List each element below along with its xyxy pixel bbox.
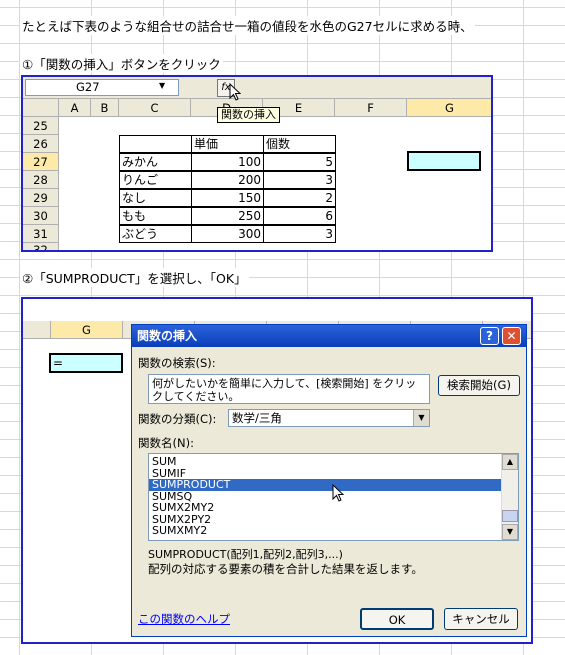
- name-box-dropdown-icon[interactable]: ▼: [159, 81, 165, 90]
- step1-label: ①「関数の挿入」ボタンをクリック: [20, 54, 223, 73]
- list-item[interactable]: SUM: [149, 456, 501, 468]
- table-cell-qty[interactable]: 2: [263, 189, 336, 207]
- row-header-25[interactable]: 25: [23, 117, 59, 135]
- sheet2-panel: G H I J K L M = 関数の挿入 ? ✕ 関数の検索(S): 何がした…: [21, 297, 533, 644]
- table-cell-name[interactable]: みかん: [119, 153, 192, 171]
- table-cell-price[interactable]: 200: [191, 171, 264, 189]
- category-label: 関数の分類(C):: [138, 412, 217, 426]
- table-cell-name[interactable]: もも: [119, 207, 192, 225]
- category-value: 数学/三角: [232, 411, 282, 425]
- function-list-label: 関数名(N):: [138, 436, 194, 450]
- table-header-blank[interactable]: [119, 135, 192, 153]
- ok-button[interactable]: OK: [360, 608, 434, 630]
- help-icon[interactable]: ?: [480, 327, 499, 345]
- table-header-qty[interactable]: 個数: [263, 135, 336, 153]
- col-header-g[interactable]: G: [407, 99, 491, 117]
- dialog-title: 関数の挿入: [132, 325, 526, 347]
- row-header-27[interactable]: 27: [23, 153, 59, 171]
- row-header-29[interactable]: 29: [23, 189, 59, 207]
- row-header-26[interactable]: 26: [23, 135, 59, 153]
- close-icon[interactable]: ✕: [502, 327, 521, 345]
- col-header-c[interactable]: C: [119, 99, 191, 117]
- row-header-30[interactable]: 30: [23, 207, 59, 225]
- function-help-link[interactable]: この関数のヘルプ: [138, 611, 230, 627]
- sheet1-panel: G27 ▼ fx 関数の挿入 A B C D E F G 25 26 27 28…: [21, 75, 493, 252]
- row-header-28[interactable]: 28: [23, 171, 59, 189]
- function-syntax: SUMPRODUCT(配列1,配列2,配列3,...): [148, 548, 343, 561]
- category-select[interactable]: 数学/三角 ▼: [228, 409, 430, 427]
- scroll-up-icon[interactable]: ▲: [502, 454, 518, 470]
- table-cell-qty[interactable]: 6: [263, 207, 336, 225]
- chevron-down-icon[interactable]: ▼: [413, 410, 429, 426]
- insert-function-tooltip: 関数の挿入: [217, 107, 280, 123]
- row-header-32[interactable]: 32: [23, 243, 59, 250]
- list-item-selected[interactable]: SUMPRODUCT: [149, 479, 501, 491]
- table-cell-name[interactable]: りんご: [119, 171, 192, 189]
- scroll-thumb[interactable]: [502, 510, 518, 522]
- search-button[interactable]: 検索開始(G): [438, 375, 520, 396]
- col-header-f[interactable]: F: [335, 99, 407, 117]
- select-all-corner[interactable]: [23, 321, 51, 339]
- step2-label: ②「SUMPRODUCT」を選択し、「OK」: [20, 268, 249, 287]
- table-cell-price[interactable]: 150: [191, 189, 264, 207]
- list-item[interactable]: SUMX2MY2: [149, 502, 501, 514]
- selected-cell-g27[interactable]: =: [49, 353, 123, 373]
- select-all-corner[interactable]: [23, 99, 59, 117]
- table-cell-price[interactable]: 300: [191, 225, 264, 243]
- mouse-pointer-icon: [332, 484, 344, 502]
- col-header-g[interactable]: G: [51, 321, 123, 339]
- table-header-price[interactable]: 単価: [191, 135, 264, 153]
- scroll-down-icon[interactable]: ▼: [502, 524, 518, 540]
- table-cell-qty[interactable]: 3: [263, 225, 336, 243]
- row-header-31[interactable]: 31: [23, 225, 59, 243]
- table-cell-qty[interactable]: 5: [263, 153, 336, 171]
- col-header-a[interactable]: A: [59, 99, 91, 117]
- table-cell-price[interactable]: 250: [191, 207, 264, 225]
- table-cell-qty[interactable]: 3: [263, 171, 336, 189]
- col-header-b[interactable]: B: [91, 99, 119, 117]
- formula-bar: G27 ▼ fx: [23, 77, 491, 101]
- search-label: 関数の検索(S):: [138, 356, 216, 370]
- list-scrollbar[interactable]: ▲ ▼: [501, 454, 518, 540]
- table-cell-name[interactable]: なし: [119, 189, 192, 207]
- name-box[interactable]: G27: [25, 79, 179, 96]
- selected-cell-g27[interactable]: [407, 151, 481, 171]
- insert-function-dialog: 関数の挿入 ? ✕ 関数の検索(S): 何がしたいかを簡単に入力して、[検索開始…: [131, 324, 527, 637]
- cancel-button[interactable]: キャンセル: [444, 608, 518, 630]
- table-cell-price[interactable]: 100: [191, 153, 264, 171]
- mouse-pointer-icon: [229, 83, 241, 101]
- function-description: 配列の対応する要素の積を合計した結果を返します。: [148, 562, 423, 576]
- intro-text: たとえば下表のような組合せの詰合せ一箱の値段を水色のG27セルに求める時、: [20, 16, 475, 35]
- search-input[interactable]: 何がしたいかを簡単に入力して、[検索開始] をクリックしてください。: [148, 374, 430, 404]
- list-item[interactable]: SUMXMY2: [149, 525, 501, 537]
- table-cell-name[interactable]: ぶどう: [119, 225, 192, 243]
